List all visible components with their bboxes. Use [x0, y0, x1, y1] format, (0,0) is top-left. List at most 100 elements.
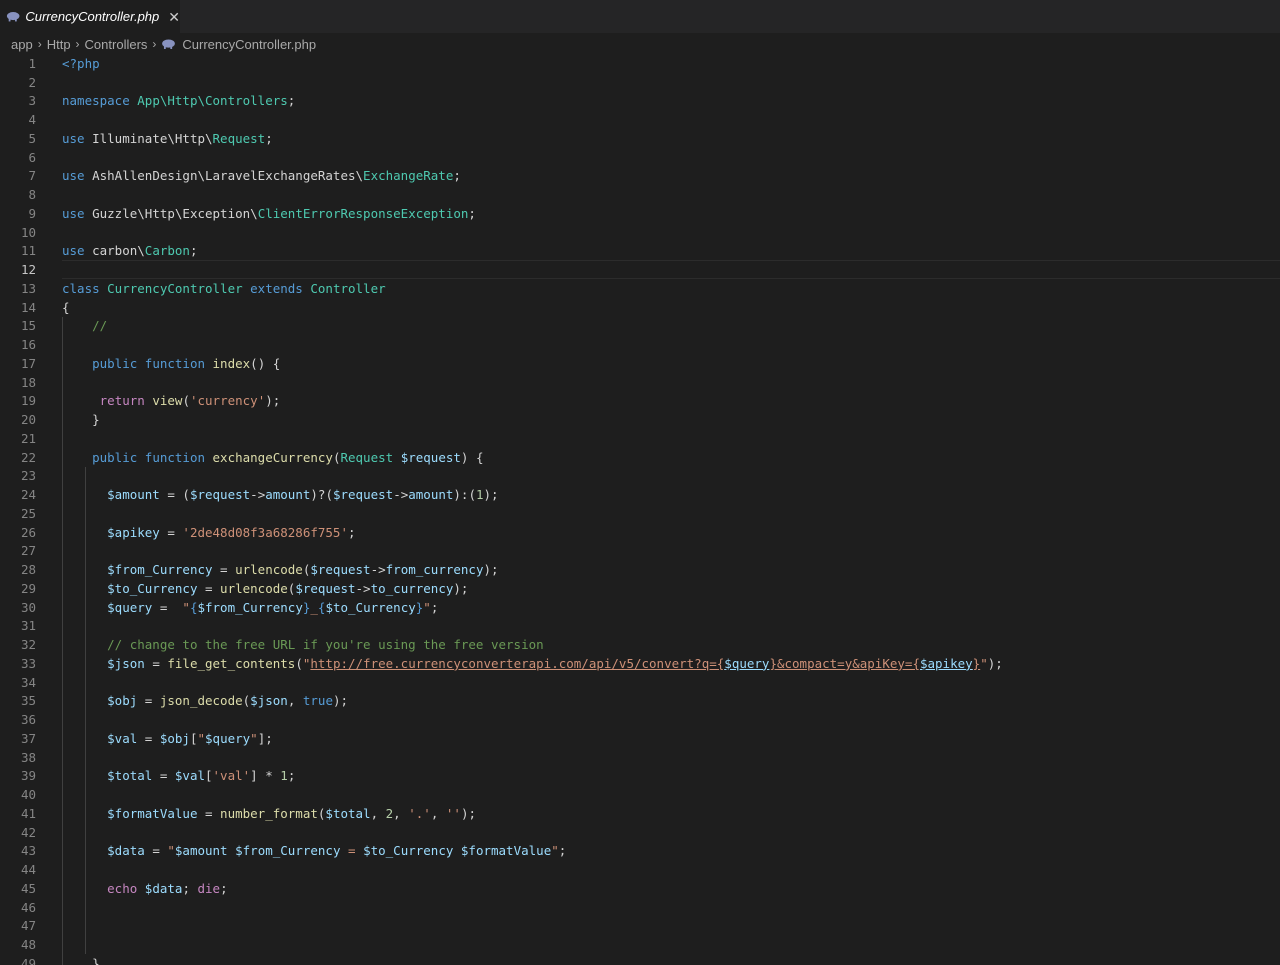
code-line[interactable]: 29 $to_Currency = urlencode($request->to…: [0, 579, 1280, 598]
code-token: $data: [144, 880, 183, 896]
code-line[interactable]: 22 public function exchangeCurrency(Requ…: [0, 447, 1280, 467]
code-line[interactable]: 32 // change to the free URL if you're u…: [0, 635, 1280, 654]
code-line[interactable]: 2: [0, 73, 1280, 92]
code-line[interactable]: 31: [0, 616, 1280, 636]
code-token: );: [483, 487, 499, 503]
code-text: $query = "{$from_Currency}_{$to_Currency…: [62, 600, 438, 615]
code-line[interactable]: 3 namespace App\Http\Controllers;: [0, 92, 1280, 111]
code-token: =: [137, 693, 160, 709]
code-text: $obj = json_decode($json, true);: [62, 693, 348, 708]
code-line[interactable]: 45 echo $data; die;: [0, 879, 1280, 898]
line-number: 35: [20, 693, 36, 709]
code-line[interactable]: 39 $total = $val['val'] * 1;: [0, 766, 1280, 786]
code-text: use carbon\Carbon;: [62, 243, 197, 258]
code-line[interactable]: 23: [0, 466, 1280, 486]
code-text: $json = file_get_contents(" http://free.c…: [62, 656, 1003, 671]
code-line[interactable]: 49 }: [0, 954, 1280, 965]
code-line[interactable]: 6: [0, 148, 1280, 167]
indent-guide: [62, 897, 63, 917]
indent-guide: [85, 916, 86, 936]
code-line[interactable]: 10: [0, 223, 1280, 242]
code-line[interactable]: 8: [0, 185, 1280, 204]
code-line[interactable]: 19 return view('currency');: [0, 391, 1280, 411]
code-line[interactable]: 17 public function index() {: [0, 354, 1280, 373]
code-line[interactable]: 36: [0, 710, 1280, 729]
code-token: =: [152, 599, 183, 615]
breadcrumb-app[interactable]: app: [11, 37, 33, 52]
code-line[interactable]: 1 <?php: [0, 54, 1280, 73]
code-line[interactable]: 48: [0, 935, 1280, 954]
line-number: 16: [20, 337, 36, 353]
code-token: $query: [724, 655, 770, 671]
code-line[interactable]: 38: [0, 747, 1280, 767]
code-line[interactable]: 47: [0, 916, 1280, 936]
code-line[interactable]: 34: [0, 672, 1280, 692]
code-line[interactable]: 15 //: [0, 316, 1280, 336]
code-line[interactable]: 21: [0, 429, 1280, 448]
chevron-right-icon: ›: [152, 37, 157, 51]
code-line[interactable]: 40: [0, 785, 1280, 804]
code-token: ;: [182, 880, 198, 896]
line-number: 48: [20, 937, 36, 953]
code-line[interactable]: 44: [0, 860, 1280, 879]
code-token: $from_Currency: [197, 599, 303, 615]
line-number: 28: [20, 562, 36, 578]
code-line[interactable]: 13 class CurrencyController extends Contr…: [0, 279, 1280, 298]
breadcrumb-http[interactable]: Http: [47, 37, 71, 52]
code-token: (: [182, 393, 190, 409]
code-token: $to_Currency: [325, 599, 416, 615]
breadcrumb: app › Http › Controllers › CurrencyContr…: [0, 33, 1280, 55]
code-line[interactable]: 41 $formatValue = number_format($total, …: [0, 804, 1280, 823]
line-number: 4: [28, 112, 36, 128]
code-token: ] *: [250, 768, 281, 784]
code-token: use: [62, 168, 93, 184]
code-editor[interactable]: 1 <?php 2 3 namespace App\Http\Controllers; 4…: [0, 54, 1280, 965]
line-number: 42: [20, 824, 36, 840]
code-line[interactable]: 28 $from_Currency = urlencode($request->…: [0, 560, 1280, 579]
code-token: json_decode: [159, 693, 243, 709]
breadcrumb-file[interactable]: CurrencyController.php: [182, 37, 316, 52]
line-number: 10: [20, 224, 36, 240]
code-line[interactable]: 7 use AshAllenDesign\LaravelExchangeRates…: [0, 167, 1280, 186]
code-line[interactable]: 27: [0, 541, 1280, 561]
breadcrumb-controllers[interactable]: Controllers: [85, 37, 148, 52]
code-line[interactable]: 18: [0, 372, 1280, 392]
code-token: =: [340, 843, 364, 859]
indent-guide: [85, 935, 86, 954]
code-line[interactable]: 30 $query = "{$from_Currency}_{$to_Curre…: [0, 597, 1280, 617]
code-line[interactable]: 42: [0, 822, 1280, 842]
code-token: Carbon: [144, 243, 190, 259]
code-line[interactable]: 20 }: [0, 410, 1280, 429]
code-line[interactable]: 12: [0, 260, 1280, 279]
line-number: 37: [20, 730, 36, 746]
close-icon[interactable]: ✕: [168, 10, 180, 24]
indent-guide: [85, 466, 86, 486]
code-line[interactable]: 43 $data = "$amount $from_Currency = $to…: [0, 841, 1280, 861]
code-line[interactable]: 33 $json = file_get_contents(" http://fre…: [0, 654, 1280, 673]
code-line[interactable]: 14 {: [0, 298, 1280, 317]
code-line[interactable]: 9 use Guzzle\Http\Exception\ClientErrorRe…: [0, 204, 1280, 223]
line-number: 3: [28, 93, 36, 109]
line-number: 1: [28, 55, 36, 71]
code-line[interactable]: 4: [0, 110, 1280, 129]
code-text: use AshAllenDesign\LaravelExchangeRates\…: [62, 168, 461, 183]
code-line[interactable]: 16: [0, 335, 1280, 354]
code-line[interactable]: 37 $val = $obj["$query"];: [0, 729, 1280, 748]
code-token: [: [205, 768, 213, 784]
tab-currency-controller[interactable]: CurrencyController.php ✕: [0, 0, 180, 33]
code-line[interactable]: 25: [0, 504, 1280, 523]
line-number: 40: [20, 787, 36, 803]
code-token: }&compact=y&apiKey={: [769, 655, 920, 671]
code-token: $from_Currency: [235, 843, 341, 859]
code-line[interactable]: 5 use Illuminate\Http\Request;: [0, 129, 1280, 148]
code-line[interactable]: 26 $apikey = '2de48d08f3a68286f755';: [0, 522, 1280, 542]
code-token: $request: [332, 487, 394, 503]
code-line[interactable]: 11 use carbon\Carbon;: [0, 242, 1280, 261]
code-line[interactable]: 24 $amount = ($request->amount)?($reques…: [0, 485, 1280, 504]
code-token: ;: [453, 168, 461, 184]
code-line[interactable]: 35 $obj = json_decode($json, true);: [0, 691, 1280, 711]
code-line[interactable]: 46: [0, 897, 1280, 917]
